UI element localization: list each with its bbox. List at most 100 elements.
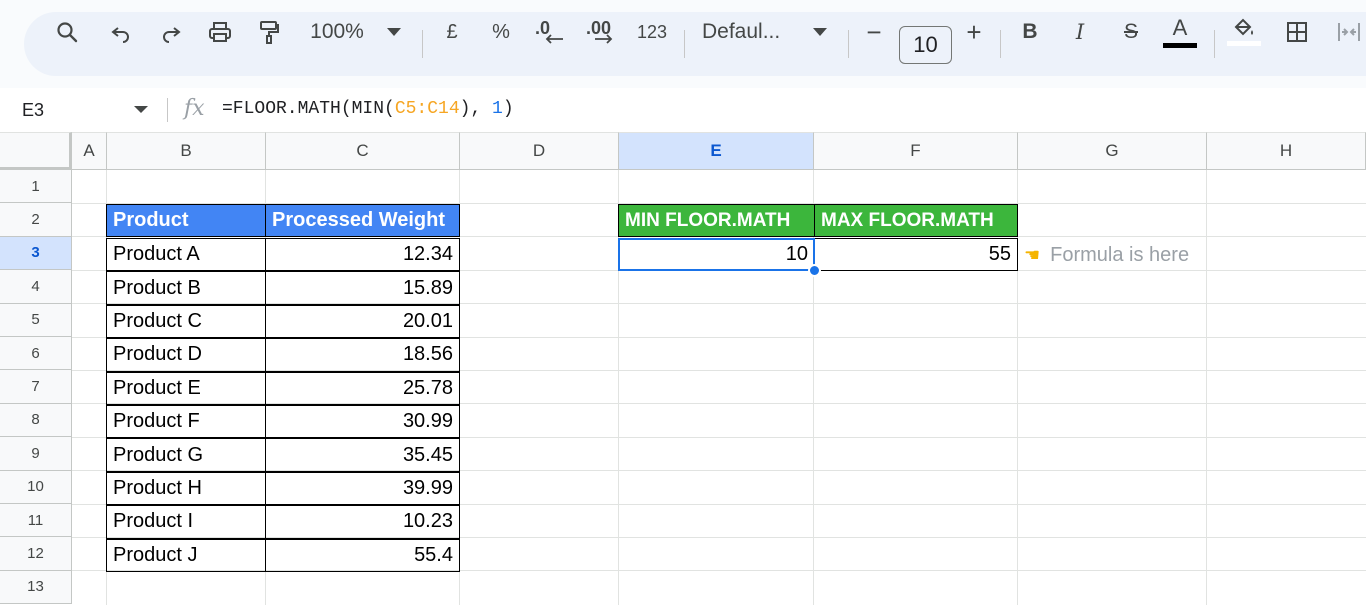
zoom-value: 100%	[310, 20, 364, 43]
font-select[interactable]: Defaul...	[702, 0, 802, 64]
column-header-b[interactable]: B	[107, 132, 266, 170]
min-floor-math-header[interactable]: MIN FLOOR.MATH	[618, 204, 815, 238]
formula-number: 1	[492, 99, 503, 119]
currency-button[interactable]: £	[440, 0, 464, 64]
weight-cell[interactable]: 39.99	[265, 471, 460, 506]
column-header-c[interactable]: C	[266, 132, 460, 170]
product-cell[interactable]: Product G	[106, 438, 266, 472]
name-box[interactable]: E3	[22, 88, 44, 132]
redo-icon[interactable]	[156, 0, 186, 64]
row-header-3[interactable]: 3	[0, 236, 72, 271]
text-color-swatch	[1163, 42, 1197, 48]
formula-suffix: )	[502, 99, 514, 119]
max-floor-math-value[interactable]: 55	[814, 238, 1018, 272]
pointing-hand-icon: ☚	[1024, 245, 1041, 265]
row-header-2[interactable]: 2	[0, 203, 72, 237]
font-name: Defaul...	[702, 20, 781, 43]
text-color-button[interactable]: A	[1162, 0, 1198, 64]
number-format-button[interactable]: 123	[634, 0, 670, 64]
product-cell[interactable]: Product C	[106, 304, 266, 339]
product-cell[interactable]: Product A	[106, 238, 266, 272]
svg-text:.0: .0	[535, 18, 550, 38]
fill-color-swatch	[1227, 41, 1261, 46]
zoom-select[interactable]: 100%	[300, 0, 374, 64]
formula-note: ☚ Formula is here	[1024, 239, 1189, 272]
toolbar-divider	[684, 30, 685, 58]
search-icon[interactable]	[52, 0, 82, 64]
name-box-dropdown-icon[interactable]	[134, 106, 148, 113]
fill-handle[interactable]	[808, 264, 821, 277]
formula-mid: ),	[459, 99, 493, 119]
fx-icon: fx	[184, 96, 205, 121]
weight-cell[interactable]: 20.01	[265, 304, 460, 339]
select-all-corner[interactable]	[0, 132, 72, 170]
font-dropdown-icon[interactable]	[810, 0, 830, 64]
toolbar-divider	[1214, 30, 1215, 58]
formula-prefix: =FLOOR.MATH(MIN(	[222, 99, 395, 119]
weight-cell[interactable]: 30.99	[265, 405, 460, 439]
zoom-dropdown-icon[interactable]	[384, 0, 404, 64]
toolbar-area: 100% £ % .0 .00 123 Defaul... − 10 + B I…	[0, 0, 1366, 88]
toolbar-divider	[422, 30, 423, 58]
product-cell[interactable]: Product J	[106, 538, 266, 572]
decrease-decimal-button[interactable]: .0	[532, 0, 568, 64]
toolbar-divider	[848, 30, 849, 58]
undo-icon[interactable]	[106, 0, 136, 64]
formula-bar: E3 fx =FLOOR.MATH(MIN(C5:C14), 1)	[0, 88, 1366, 132]
gridline	[1206, 170, 1207, 605]
column-header-g[interactable]: G	[1018, 132, 1207, 170]
fill-color-button[interactable]	[1226, 0, 1262, 64]
column-header-e[interactable]: E	[619, 132, 814, 170]
column-header-f[interactable]: F	[814, 132, 1018, 170]
row-header-10[interactable]: 10	[0, 470, 72, 504]
weight-cell[interactable]: 15.89	[265, 271, 460, 305]
weight-cell[interactable]: 12.34	[265, 238, 460, 272]
weight-cell[interactable]: 18.56	[265, 338, 460, 372]
table-header-weight[interactable]: Processed Weight	[265, 204, 460, 238]
min-floor-math-value[interactable]: 10	[618, 238, 815, 272]
weight-cell[interactable]: 25.78	[265, 371, 460, 405]
row-header-12[interactable]: 12	[0, 537, 72, 571]
row-header-9[interactable]: 9	[0, 437, 72, 471]
product-cell[interactable]: Product B	[106, 271, 266, 305]
increase-font-size-button[interactable]: +	[962, 0, 986, 64]
product-cell[interactable]: Product D	[106, 338, 266, 372]
weight-cell[interactable]: 10.23	[265, 505, 460, 539]
row-header-8[interactable]: 8	[0, 403, 72, 438]
borders-icon[interactable]	[1282, 0, 1312, 64]
strikethrough-button[interactable]: S	[1118, 0, 1144, 64]
row-header-6[interactable]: 6	[0, 337, 72, 371]
paint-bucket-icon	[1234, 18, 1253, 36]
product-cell[interactable]: Product E	[106, 371, 266, 405]
bold-button[interactable]: B	[1018, 0, 1042, 64]
row-header-13[interactable]: 13	[0, 570, 72, 605]
formula-range: C5:C14	[394, 99, 460, 119]
row-header-1[interactable]: 1	[0, 170, 72, 204]
print-icon[interactable]	[204, 0, 236, 64]
row-header-4[interactable]: 4	[0, 270, 72, 304]
formula-note-text: Formula is here	[1050, 244, 1190, 266]
row-header-5[interactable]: 5	[0, 303, 72, 337]
table-header-product[interactable]: Product	[106, 204, 266, 238]
percent-button[interactable]: %	[488, 0, 514, 64]
row-header-7[interactable]: 7	[0, 370, 72, 404]
italic-button[interactable]: I	[1068, 0, 1092, 64]
paint-format-icon[interactable]	[254, 0, 284, 64]
decrease-font-size-button[interactable]: −	[862, 0, 886, 64]
product-cell[interactable]: Product I	[106, 505, 266, 539]
merge-cells-icon[interactable]	[1334, 0, 1364, 64]
toolbar-divider	[1000, 30, 1001, 58]
column-header-a[interactable]: A	[72, 132, 107, 170]
font-size-input[interactable]: 10	[899, 26, 952, 64]
row-header-11[interactable]: 11	[0, 504, 72, 538]
increase-decimal-button[interactable]: .00	[584, 0, 620, 64]
product-cell[interactable]: Product F	[106, 405, 266, 439]
column-header-d[interactable]: D	[460, 132, 619, 170]
max-floor-math-header[interactable]: MAX FLOOR.MATH	[814, 204, 1018, 238]
formula-bar-divider	[167, 98, 168, 122]
column-header-h[interactable]: H	[1207, 132, 1366, 170]
weight-cell[interactable]: 55.4	[265, 538, 460, 572]
weight-cell[interactable]: 35.45	[265, 438, 460, 472]
product-cell[interactable]: Product H	[106, 471, 266, 506]
formula-input[interactable]: =FLOOR.MATH(MIN(C5:C14), 1)	[222, 99, 514, 119]
